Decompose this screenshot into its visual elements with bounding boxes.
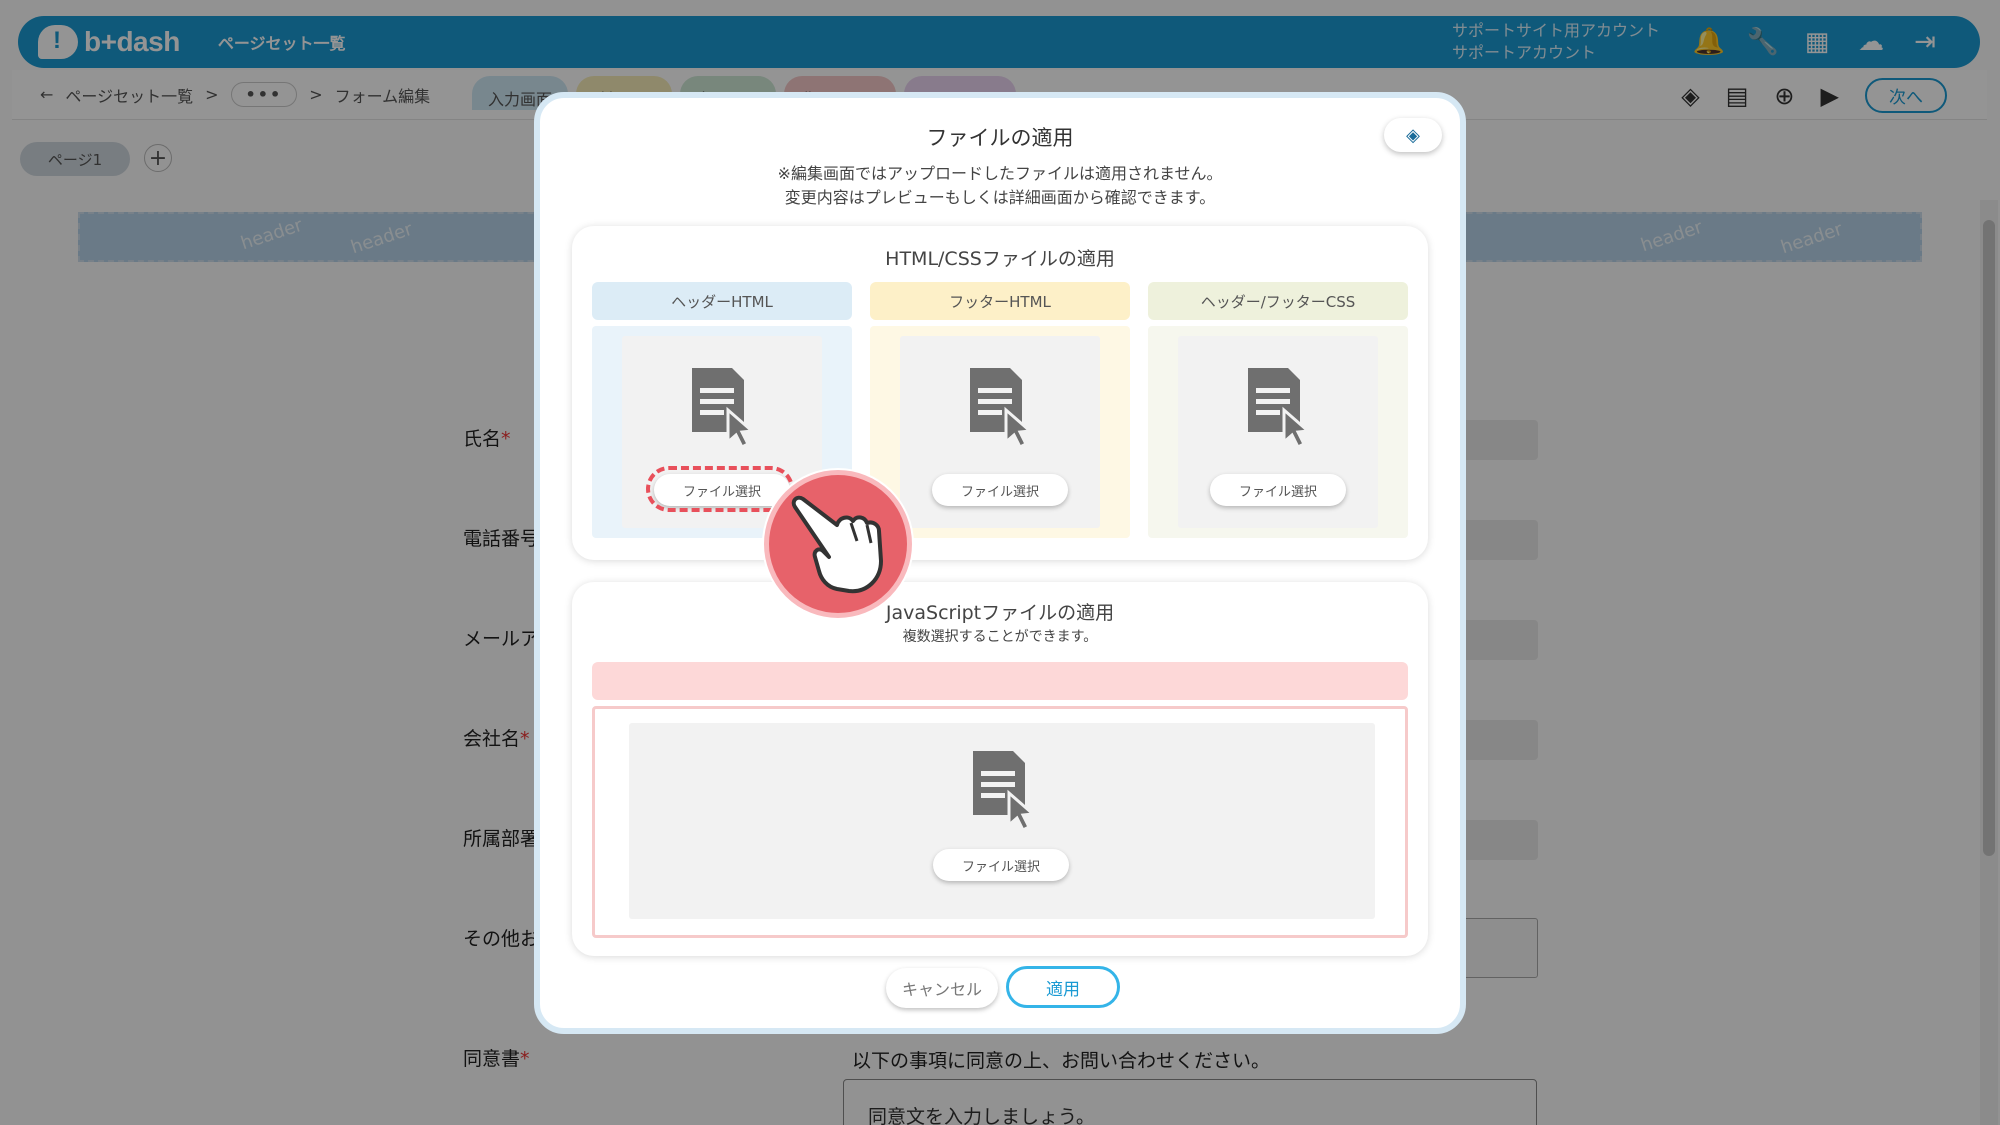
footer-html-label: フッターHTML	[870, 282, 1130, 320]
pointing-hand-icon	[764, 470, 912, 618]
modal-title: ファイルの適用	[926, 126, 1074, 150]
javascript-file-select-button[interactable]: ファイル選択	[933, 849, 1069, 881]
html-css-section-title: HTML/CSSファイルの適用	[885, 248, 1115, 270]
modal-note: ※編集画面ではアップロードしたファイルは適用されません。 変更内容はプレビューも…	[777, 164, 1223, 207]
footer-html-column: フッターHTML ファイル選択	[870, 282, 1130, 538]
highlight-ring	[646, 466, 794, 512]
javascript-file-list	[592, 662, 1408, 700]
file-apply-modal: ファイルの適用 ◈ ※編集画面ではアップロードしたファイルは適用されません。 変…	[534, 92, 1466, 1034]
header-html-label: ヘッダーHTML	[592, 282, 852, 320]
css-dropzone[interactable]: ファイル選択	[1178, 336, 1378, 528]
file-select-icon	[973, 751, 1037, 833]
apply-button[interactable]: 適用	[1006, 966, 1120, 1008]
javascript-dropzone[interactable]: ファイル選択	[629, 723, 1375, 919]
footer-html-file-select-button[interactable]: ファイル選択	[932, 474, 1068, 506]
beginner-help-button[interactable]: ◈	[1384, 118, 1442, 152]
file-select-icon	[692, 368, 756, 450]
header-footer-css-column: ヘッダー/フッターCSS ファイル選択	[1148, 282, 1408, 538]
javascript-section-title: JavaScriptファイルの適用	[885, 602, 1115, 624]
file-select-icon	[970, 368, 1034, 450]
css-file-select-button[interactable]: ファイル選択	[1210, 474, 1346, 506]
beginner-mark-icon: ◈	[1406, 124, 1420, 146]
javascript-section: JavaScriptファイルの適用 複数選択することができます。 ファイル選択	[572, 582, 1428, 956]
file-select-icon	[1248, 368, 1312, 450]
pointing-hand-glyph	[791, 495, 883, 594]
html-css-section: HTML/CSSファイルの適用 ヘッダーHTML ファイル選択 フッターHTML…	[572, 226, 1428, 560]
javascript-upload-area: ファイル選択	[592, 706, 1408, 938]
footer-html-dropzone[interactable]: ファイル選択	[900, 336, 1100, 528]
cancel-button[interactable]: キャンセル	[886, 968, 998, 1008]
javascript-section-subtitle: 複数選択することができます。	[902, 629, 1098, 645]
header-footer-css-label: ヘッダー/フッターCSS	[1148, 282, 1408, 320]
